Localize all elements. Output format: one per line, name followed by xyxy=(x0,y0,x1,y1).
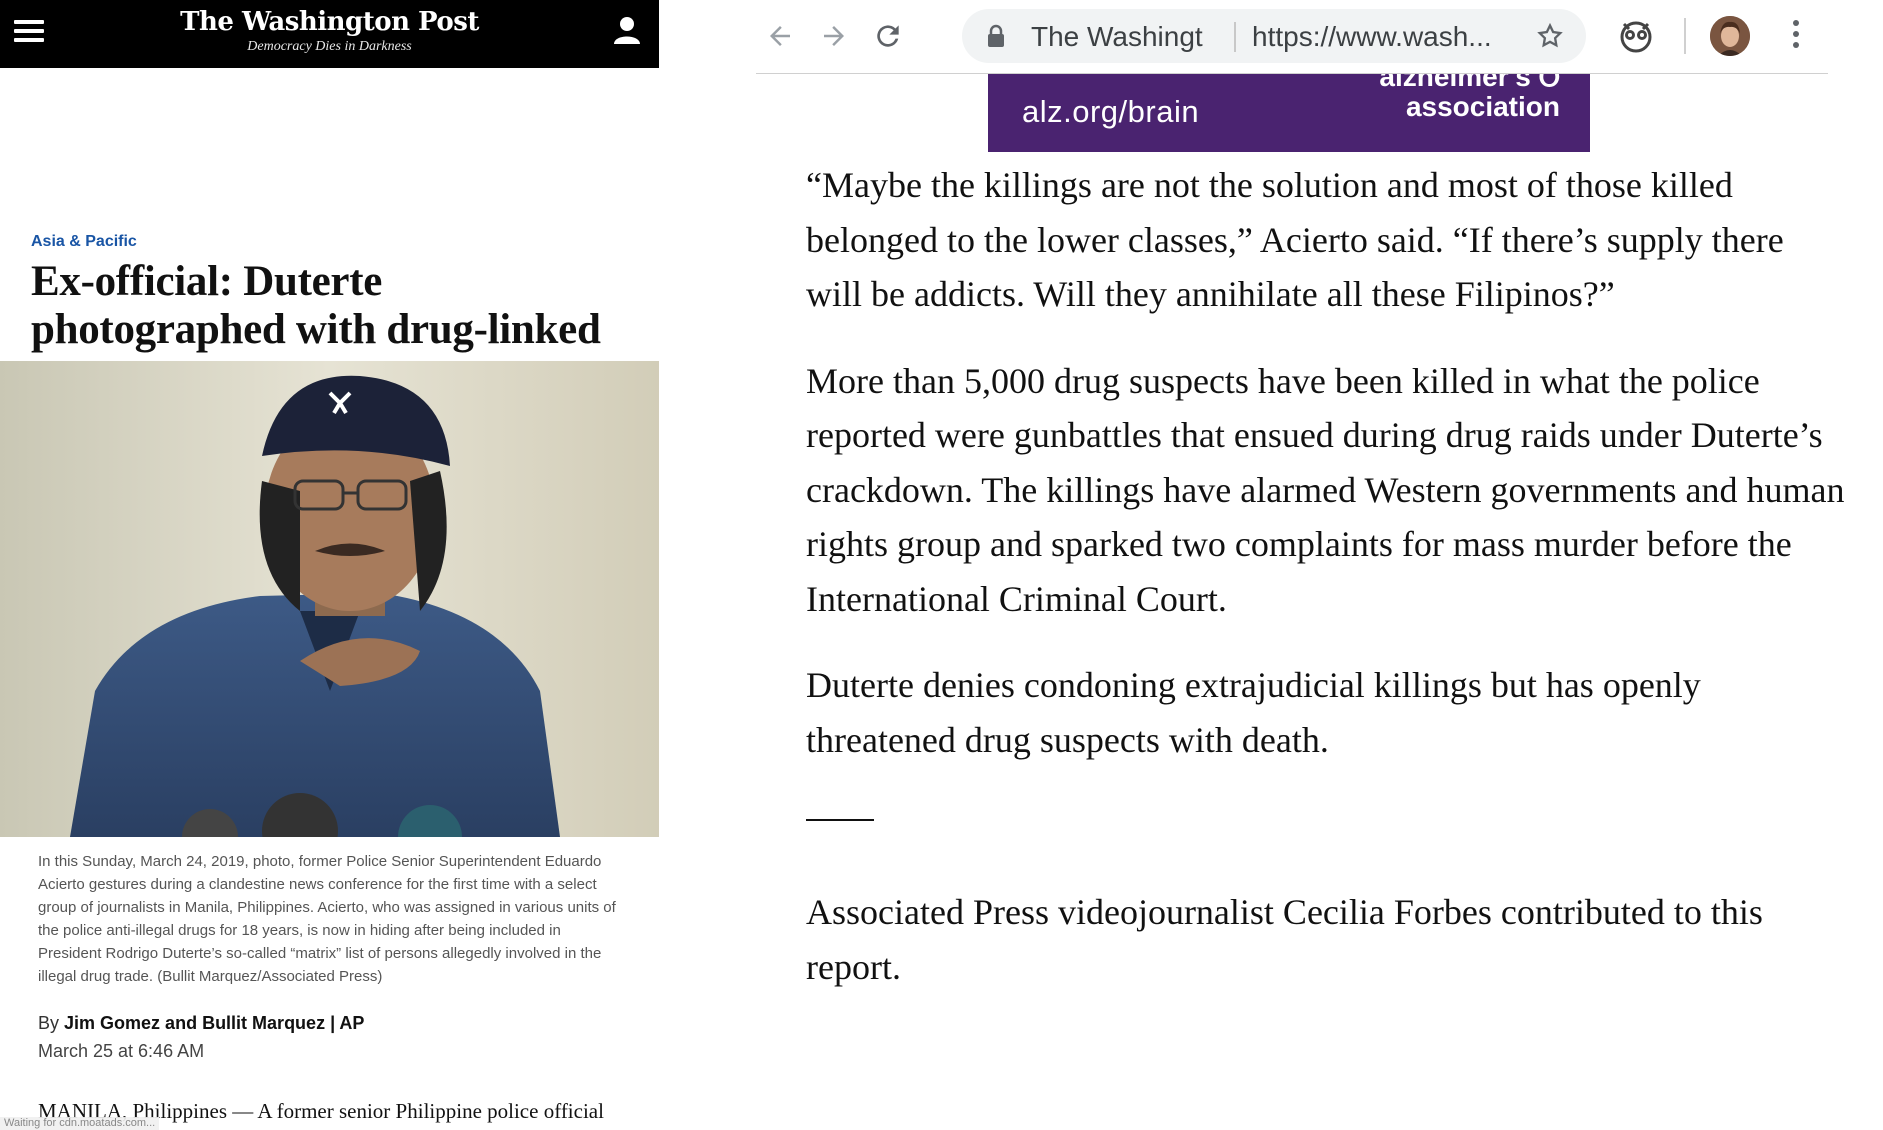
more-vert-icon[interactable] xyxy=(1786,20,1806,52)
ad-logo: alzheimer's ℧ association xyxy=(1379,74,1560,122)
back-arrow-icon[interactable] xyxy=(762,18,798,54)
url-text[interactable]: https://www.wash... xyxy=(1252,21,1492,53)
star-icon[interactable] xyxy=(1536,22,1564,50)
lock-icon[interactable] xyxy=(986,24,1006,48)
article-paragraph: Duterte denies condoning extrajudicial k… xyxy=(806,665,1701,760)
loading-status: Waiting for cdn.moatads.com... xyxy=(0,1117,160,1130)
masthead-logo[interactable]: The Washington Post Democracy Dies in Da… xyxy=(0,6,659,56)
user-account-icon[interactable] xyxy=(611,14,643,46)
ad-logo-line2: association xyxy=(1405,91,1560,122)
byline-authors[interactable]: Jim Gomez and Bullit Marquez | AP xyxy=(64,1013,364,1033)
byline-prefix: By xyxy=(38,1013,60,1033)
omnibox-divider xyxy=(1234,22,1236,52)
mobile-article-panel: The Washington Post Democracy Dies in Da… xyxy=(0,0,659,1130)
article-body: “Maybe the killings are not the solution… xyxy=(806,158,1846,1026)
ad-logo-line1: alzheimer's ℧ xyxy=(1379,74,1560,92)
site-title: The Washingt xyxy=(1031,21,1203,52)
masthead-tagline: Democracy Dies in Darkness xyxy=(247,39,412,54)
photo-caption: In this Sunday, March 24, 2019, photo, f… xyxy=(38,853,616,985)
ad-url: alz.org/brain xyxy=(1022,94,1200,129)
desktop-browser-panel: The Washingt https://www.wash... alz.org… xyxy=(756,0,1883,1130)
reload-icon[interactable] xyxy=(870,18,906,54)
extension-icon[interactable] xyxy=(1616,16,1656,56)
byline: By Jim Gomez and Bullit Marquez | AP xyxy=(38,1013,364,1034)
address-bar[interactable]: The Washingt https://www.wash... xyxy=(962,9,1586,63)
browser-toolbar: The Washingt https://www.wash... xyxy=(756,0,1828,74)
article-credit: Associated Press videojournalist Cecilia… xyxy=(806,892,1763,987)
section-divider xyxy=(806,819,874,821)
article-paragraph: “Maybe the killings are not the solution… xyxy=(806,165,1784,314)
masthead-name: The Washington Post xyxy=(180,7,479,37)
article-paragraph: More than 5,000 drug suspects have been … xyxy=(806,360,1845,619)
forward-arrow-icon[interactable] xyxy=(816,18,852,54)
profile-avatar[interactable] xyxy=(1710,16,1750,56)
toolbar-divider xyxy=(1684,18,1686,54)
publish-date: March 25 at 6:46 AM xyxy=(38,1041,205,1061)
article-photo[interactable] xyxy=(0,361,659,837)
advertisement-banner[interactable]: alz.org/brain alzheimer's ℧ association xyxy=(988,74,1590,152)
site-header: The Washington Post Democracy Dies in Da… xyxy=(0,0,659,68)
section-link[interactable]: Asia & Pacific xyxy=(31,233,137,251)
